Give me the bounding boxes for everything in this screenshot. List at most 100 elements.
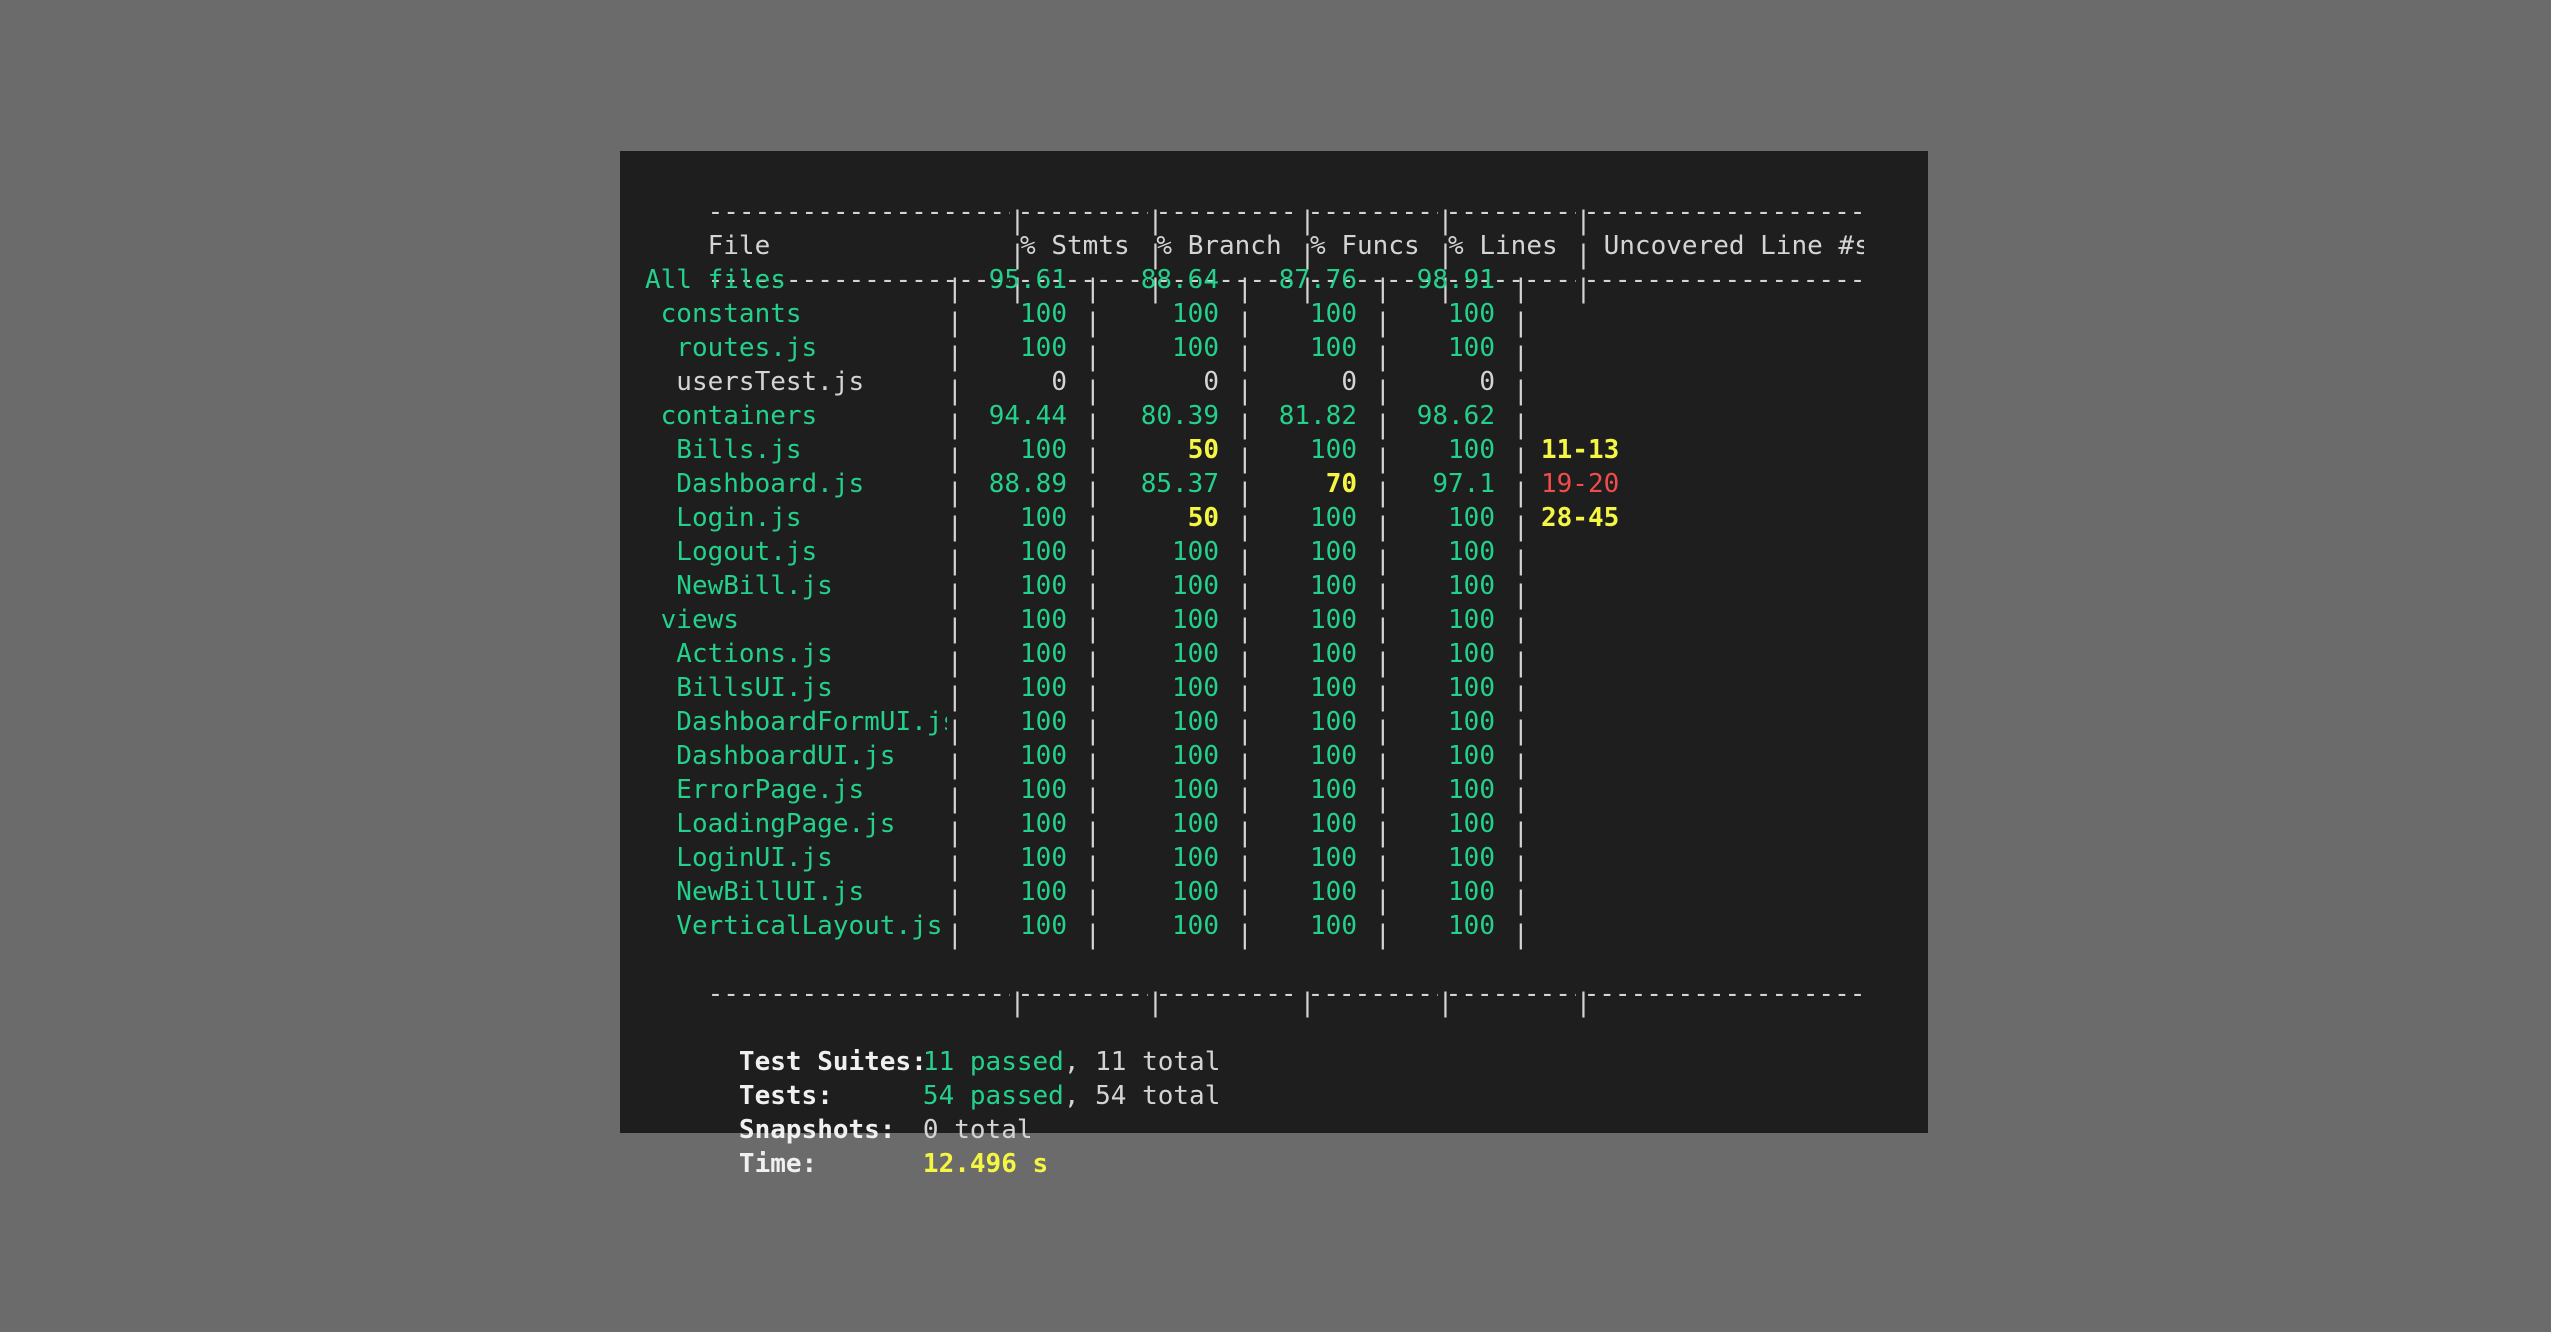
- row-branch: 100: [1172, 707, 1219, 737]
- row-funcs: 100: [1310, 333, 1357, 363]
- table-row: LoadingPage.js | 100 | 100 | 100 | 100 |: [645, 809, 1529, 848]
- row-funcs: 100: [1310, 775, 1357, 805]
- row-file: DashboardUI.js: [645, 741, 896, 771]
- row-branch: 100: [1172, 333, 1219, 363]
- table-row: constants | 100 | 100 | 100 | 100 |: [645, 299, 1529, 338]
- row-file: LoadingPage.js: [645, 809, 896, 839]
- row-lines: 0: [1479, 367, 1495, 397]
- row-branch: 100: [1172, 571, 1219, 601]
- row-lines: 100: [1448, 911, 1495, 941]
- table-row: usersTest.js | 0 | 0 | 0 | 0 |: [645, 367, 1529, 406]
- row-stmts: 100: [1020, 775, 1067, 805]
- table-row: NewBillUI.js | 100 | 100 | 100 | 100 |: [645, 877, 1529, 916]
- row-lines: 100: [1448, 605, 1495, 635]
- row-funcs: 100: [1310, 299, 1357, 329]
- row-file: Actions.js: [645, 639, 833, 669]
- row-stmts: 100: [1020, 843, 1067, 873]
- header-funcs: % Funcs: [1310, 231, 1420, 261]
- table-row: All files | 95.61 | 88.64 | 87.76 | 98.91 |: [645, 265, 1529, 304]
- row-branch: 88.64: [1140, 265, 1219, 295]
- row-lines: 100: [1448, 877, 1495, 907]
- row-file: Login.js: [645, 503, 802, 533]
- row-file: LoginUI.js: [645, 843, 833, 873]
- row-stmts: 100: [1020, 333, 1067, 363]
- row-funcs: 100: [1310, 571, 1357, 601]
- row-branch: 100: [1172, 843, 1219, 873]
- table-row: NewBill.js | 100 | 100 | 100 | 100 |: [645, 571, 1529, 610]
- row-uncovered: 11-13: [1541, 435, 1620, 465]
- row-lines: 100: [1448, 843, 1495, 873]
- row-stmts: 95.61: [988, 265, 1067, 295]
- row-lines: 100: [1448, 333, 1495, 363]
- row-stmts: 100: [1020, 809, 1067, 839]
- row-funcs: 70: [1325, 469, 1357, 499]
- row-funcs: 100: [1310, 911, 1357, 941]
- row-stmts: 100: [1020, 911, 1067, 941]
- test-summary: Test Suites:11 passed, 11 total Tests: 54…: [645, 1011, 1903, 1179]
- table-row: Logout.js | 100 | 100 | 100 | 100 |: [645, 537, 1529, 576]
- row-stmts: 100: [1020, 537, 1067, 567]
- row-uncovered: 19-20: [1541, 469, 1620, 499]
- row-file: ErrorPage.js: [645, 775, 865, 805]
- row-funcs: 81.82: [1278, 401, 1357, 431]
- row-branch: 50: [1187, 435, 1219, 465]
- row-funcs: 100: [1310, 503, 1357, 533]
- row-stmts: 0: [1051, 367, 1067, 397]
- row-stmts: 100: [1020, 877, 1067, 907]
- row-stmts: 100: [1020, 639, 1067, 669]
- row-lines: 100: [1448, 299, 1495, 329]
- table-row: DashboardUI.js | 100 | 100 | 100 | 100 |: [645, 741, 1529, 780]
- row-branch: 100: [1172, 299, 1219, 329]
- table-row: containers | 94.44 | 80.39 | 81.82 | 98.62 |: [645, 401, 1529, 440]
- row-stmts: 100: [1020, 503, 1067, 533]
- row-funcs: 100: [1310, 741, 1357, 771]
- table-row: VerticalLayout.js | 100 | 100 | 100 | 100 |: [645, 911, 1529, 950]
- row-funcs: 100: [1310, 605, 1357, 635]
- row-branch: 100: [1172, 809, 1219, 839]
- table-row: Actions.js | 100 | 100 | 100 | 100 |: [645, 639, 1529, 678]
- table-row: Dashboard.js | 88.89 | 85.37 | 70 | 97.1 | 19-20: [645, 467, 1903, 508]
- row-funcs: 100: [1310, 877, 1357, 907]
- row-branch: 100: [1172, 775, 1219, 805]
- row-funcs: 100: [1310, 435, 1357, 465]
- row-lines: 100: [1448, 707, 1495, 737]
- header-branch: % Branch: [1156, 231, 1282, 261]
- row-lines: 100: [1448, 571, 1495, 601]
- table-row: views | 100 | 100 | 100 | 100 |: [645, 605, 1529, 644]
- terminal-window: --------------------|---------|---------…: [620, 151, 1928, 1179]
- row-uncovered: 28-45: [1541, 503, 1620, 533]
- row-file: BillsUI.js: [645, 673, 833, 703]
- row-branch: 0: [1203, 367, 1219, 397]
- row-stmts: 94.44: [988, 401, 1067, 431]
- row-lines: 97.1: [1432, 469, 1495, 499]
- coverage-table-body: All files | 95.61 | 88.64 | 87.76 | 98.91 | const…: [645, 263, 1903, 950]
- row-funcs: 100: [1310, 673, 1357, 703]
- row-funcs: 100: [1310, 843, 1357, 873]
- row-funcs: 100: [1310, 707, 1357, 737]
- table-separator-bottom: --------------------|---------|---------…: [707, 979, 1864, 1018]
- table-row: BillsUI.js | 100 | 100 | 100 | 100 |: [645, 673, 1529, 712]
- row-file: NewBillUI.js: [645, 877, 865, 907]
- row-lines: 100: [1448, 639, 1495, 669]
- header-stmts: % Stmts: [1020, 231, 1130, 261]
- row-lines: 100: [1448, 435, 1495, 465]
- row-lines: 100: [1448, 775, 1495, 805]
- row-file: All files: [645, 265, 786, 295]
- row-stmts: 100: [1020, 673, 1067, 703]
- table-row: routes.js | 100 | 100 | 100 | 100 |: [645, 333, 1529, 372]
- row-branch: 100: [1172, 639, 1219, 669]
- row-file: Dashboard.js: [645, 469, 865, 499]
- summary-suites: Test Suites:11 passed, 11 total: [738, 1047, 1221, 1077]
- row-lines: 98.91: [1416, 265, 1495, 295]
- row-stmts: 88.89: [988, 469, 1067, 499]
- table-row: LoginUI.js | 100 | 100 | 100 | 100 |: [645, 843, 1529, 882]
- row-stmts: 100: [1020, 707, 1067, 737]
- row-file: Logout.js: [645, 537, 818, 567]
- row-file: containers: [645, 401, 818, 431]
- row-stmts: 100: [1020, 299, 1067, 329]
- table-row: Login.js | 100 | 50 | 100 | 100 | 28-45: [645, 501, 1903, 542]
- row-funcs: 100: [1310, 809, 1357, 839]
- table-separator-top: --------------------|---------|---------…: [707, 197, 1864, 236]
- header-file: File: [707, 231, 771, 261]
- row-stmts: 100: [1020, 741, 1067, 771]
